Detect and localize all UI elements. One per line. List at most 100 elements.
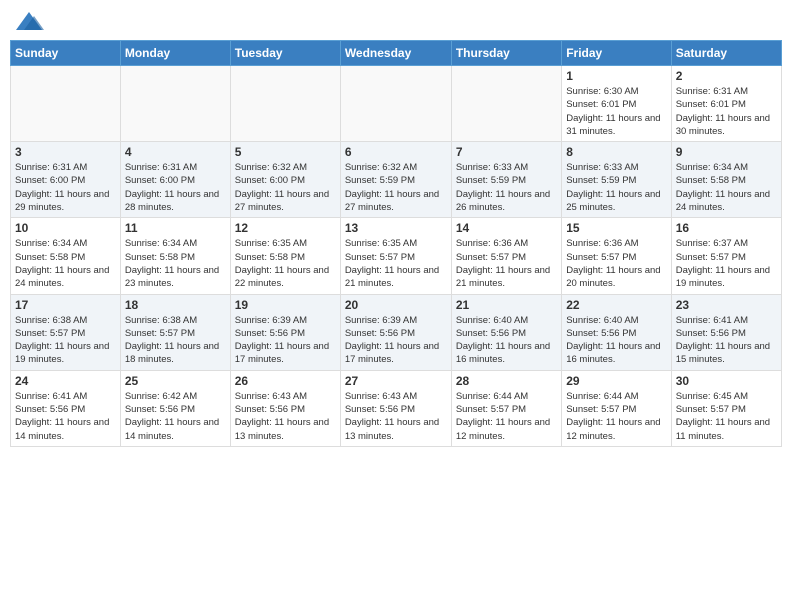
day-number: 17 [15, 298, 116, 312]
day-info: Sunrise: 6:41 AM Sunset: 5:56 PM Dayligh… [676, 314, 777, 367]
day-info: Sunrise: 6:44 AM Sunset: 5:57 PM Dayligh… [566, 390, 666, 443]
day-number: 30 [676, 374, 777, 388]
calendar-cell [340, 66, 451, 142]
day-number: 4 [125, 145, 226, 159]
day-info: Sunrise: 6:31 AM Sunset: 6:00 PM Dayligh… [125, 161, 226, 214]
day-info: Sunrise: 6:32 AM Sunset: 5:59 PM Dayligh… [345, 161, 447, 214]
day-number: 18 [125, 298, 226, 312]
day-info: Sunrise: 6:41 AM Sunset: 5:56 PM Dayligh… [15, 390, 116, 443]
day-info: Sunrise: 6:40 AM Sunset: 5:56 PM Dayligh… [566, 314, 666, 367]
day-number: 2 [676, 69, 777, 83]
calendar-cell: 2 Sunrise: 6:31 AM Sunset: 6:01 PM Daylig… [671, 66, 781, 142]
day-number: 25 [125, 374, 226, 388]
day-info: Sunrise: 6:35 AM Sunset: 5:58 PM Dayligh… [235, 237, 336, 290]
day-info: Sunrise: 6:38 AM Sunset: 5:57 PM Dayligh… [125, 314, 226, 367]
calendar-week-5: 24 Sunrise: 6:41 AM Sunset: 5:56 PM Dayli… [11, 370, 782, 446]
calendar-cell: 23 Sunrise: 6:41 AM Sunset: 5:56 PM Dayli… [671, 294, 781, 370]
calendar-cell: 14Sunrise: 6:36 AM Sunset: 5:57 PM Dayli… [451, 218, 561, 294]
logo-icon [14, 10, 44, 34]
day-info: Sunrise: 6:35 AM Sunset: 5:57 PM Dayligh… [345, 237, 447, 290]
day-info: Sunrise: 6:45 AM Sunset: 5:57 PM Dayligh… [676, 390, 777, 443]
calendar-cell: 4 Sunrise: 6:31 AM Sunset: 6:00 PM Daylig… [120, 142, 230, 218]
day-info: Sunrise: 6:39 AM Sunset: 5:56 PM Dayligh… [345, 314, 447, 367]
day-number: 26 [235, 374, 336, 388]
calendar-cell: 6 Sunrise: 6:32 AM Sunset: 5:59 PM Daylig… [340, 142, 451, 218]
calendar-cell [120, 66, 230, 142]
calendar-cell: 16 Sunrise: 6:37 AM Sunset: 5:57 PM Dayli… [671, 218, 781, 294]
calendar-cell: 3 Sunrise: 6:31 AM Sunset: 6:00 PM Daylig… [11, 142, 121, 218]
day-number: 16 [676, 221, 777, 235]
day-number: 13 [345, 221, 447, 235]
day-info: Sunrise: 6:34 AM Sunset: 5:58 PM Dayligh… [15, 237, 116, 290]
day-info: Sunrise: 6:44 AM Sunset: 5:57 PM Dayligh… [456, 390, 557, 443]
day-number: 6 [345, 145, 447, 159]
day-info: Sunrise: 6:43 AM Sunset: 5:56 PM Dayligh… [235, 390, 336, 443]
calendar-cell: 21Sunrise: 6:40 AM Sunset: 5:56 PM Dayli… [451, 294, 561, 370]
calendar-cell: 25 Sunrise: 6:42 AM Sunset: 5:56 PM Dayli… [120, 370, 230, 446]
day-number: 1 [566, 69, 666, 83]
calendar-cell [230, 66, 340, 142]
day-number: 28 [456, 374, 557, 388]
day-number: 20 [345, 298, 447, 312]
day-info: Sunrise: 6:32 AM Sunset: 6:00 PM Dayligh… [235, 161, 336, 214]
calendar-cell: 30 Sunrise: 6:45 AM Sunset: 5:57 PM Dayli… [671, 370, 781, 446]
day-number: 21 [456, 298, 557, 312]
day-info: Sunrise: 6:31 AM Sunset: 6:01 PM Dayligh… [676, 85, 777, 138]
calendar-cell: 27 Sunrise: 6:43 AM Sunset: 5:56 PM Dayli… [340, 370, 451, 446]
day-number: 3 [15, 145, 116, 159]
calendar-cell: 12Sunrise: 6:35 AM Sunset: 5:58 PM Dayli… [230, 218, 340, 294]
day-number: 27 [345, 374, 447, 388]
day-info: Sunrise: 6:37 AM Sunset: 5:57 PM Dayligh… [676, 237, 777, 290]
calendar-cell: 15 Sunrise: 6:36 AM Sunset: 5:57 PM Dayli… [562, 218, 671, 294]
day-number: 19 [235, 298, 336, 312]
day-number: 24 [15, 374, 116, 388]
calendar-cell: 7 Sunrise: 6:33 AM Sunset: 5:59 PM Daylig… [451, 142, 561, 218]
weekday-header-saturday: Saturday [671, 41, 781, 66]
calendar-cell [11, 66, 121, 142]
day-info: Sunrise: 6:34 AM Sunset: 5:58 PM Dayligh… [125, 237, 226, 290]
weekday-header-thursday: Thursday [451, 41, 561, 66]
day-number: 22 [566, 298, 666, 312]
day-number: 29 [566, 374, 666, 388]
day-info: Sunrise: 6:34 AM Sunset: 5:58 PM Dayligh… [676, 161, 777, 214]
calendar-cell: 9Sunrise: 6:34 AM Sunset: 5:58 PM Daylig… [671, 142, 781, 218]
calendar-cell [451, 66, 561, 142]
day-number: 10 [15, 221, 116, 235]
calendar-cell: 5 Sunrise: 6:32 AM Sunset: 6:00 PM Daylig… [230, 142, 340, 218]
calendar-cell: 13 Sunrise: 6:35 AM Sunset: 5:57 PM Dayli… [340, 218, 451, 294]
calendar-cell: 17 Sunrise: 6:38 AM Sunset: 5:57 PM Dayli… [11, 294, 121, 370]
day-number: 23 [676, 298, 777, 312]
calendar-cell: 24 Sunrise: 6:41 AM Sunset: 5:56 PM Dayli… [11, 370, 121, 446]
calendar-header-row: SundayMondayTuesdayWednesdayThursdayFrid… [11, 41, 782, 66]
day-number: 11 [125, 221, 226, 235]
calendar-cell: 18 Sunrise: 6:38 AM Sunset: 5:57 PM Dayli… [120, 294, 230, 370]
day-info: Sunrise: 6:33 AM Sunset: 5:59 PM Dayligh… [456, 161, 557, 214]
calendar-week-1: 1 Sunrise: 6:30 AM Sunset: 6:01 PM Daylig… [11, 66, 782, 142]
day-info: Sunrise: 6:30 AM Sunset: 6:01 PM Dayligh… [566, 85, 666, 138]
calendar-cell: 22 Sunrise: 6:40 AM Sunset: 5:56 PM Dayli… [562, 294, 671, 370]
weekday-header-sunday: Sunday [11, 41, 121, 66]
weekday-header-tuesday: Tuesday [230, 41, 340, 66]
weekday-header-monday: Monday [120, 41, 230, 66]
calendar-cell: 29 Sunrise: 6:44 AM Sunset: 5:57 PM Dayli… [562, 370, 671, 446]
day-number: 5 [235, 145, 336, 159]
calendar-week-4: 17 Sunrise: 6:38 AM Sunset: 5:57 PM Dayli… [11, 294, 782, 370]
calendar-cell: 8 Sunrise: 6:33 AM Sunset: 5:59 PM Daylig… [562, 142, 671, 218]
day-info: Sunrise: 6:31 AM Sunset: 6:00 PM Dayligh… [15, 161, 116, 214]
day-number: 15 [566, 221, 666, 235]
calendar-cell: 11 Sunrise: 6:34 AM Sunset: 5:58 PM Dayli… [120, 218, 230, 294]
calendar-cell: 10 Sunrise: 6:34 AM Sunset: 5:58 PM Dayli… [11, 218, 121, 294]
page-header [10, 10, 782, 34]
calendar-week-3: 10 Sunrise: 6:34 AM Sunset: 5:58 PM Dayli… [11, 218, 782, 294]
day-info: Sunrise: 6:38 AM Sunset: 5:57 PM Dayligh… [15, 314, 116, 367]
day-info: Sunrise: 6:36 AM Sunset: 5:57 PM Dayligh… [566, 237, 666, 290]
day-number: 8 [566, 145, 666, 159]
weekday-header-wednesday: Wednesday [340, 41, 451, 66]
day-info: Sunrise: 6:43 AM Sunset: 5:56 PM Dayligh… [345, 390, 447, 443]
day-info: Sunrise: 6:33 AM Sunset: 5:59 PM Dayligh… [566, 161, 666, 214]
day-info: Sunrise: 6:42 AM Sunset: 5:56 PM Dayligh… [125, 390, 226, 443]
day-number: 7 [456, 145, 557, 159]
logo [14, 10, 48, 34]
calendar-table: SundayMondayTuesdayWednesdayThursdayFrid… [10, 40, 782, 447]
calendar-cell: 28 Sunrise: 6:44 AM Sunset: 5:57 PM Dayli… [451, 370, 561, 446]
